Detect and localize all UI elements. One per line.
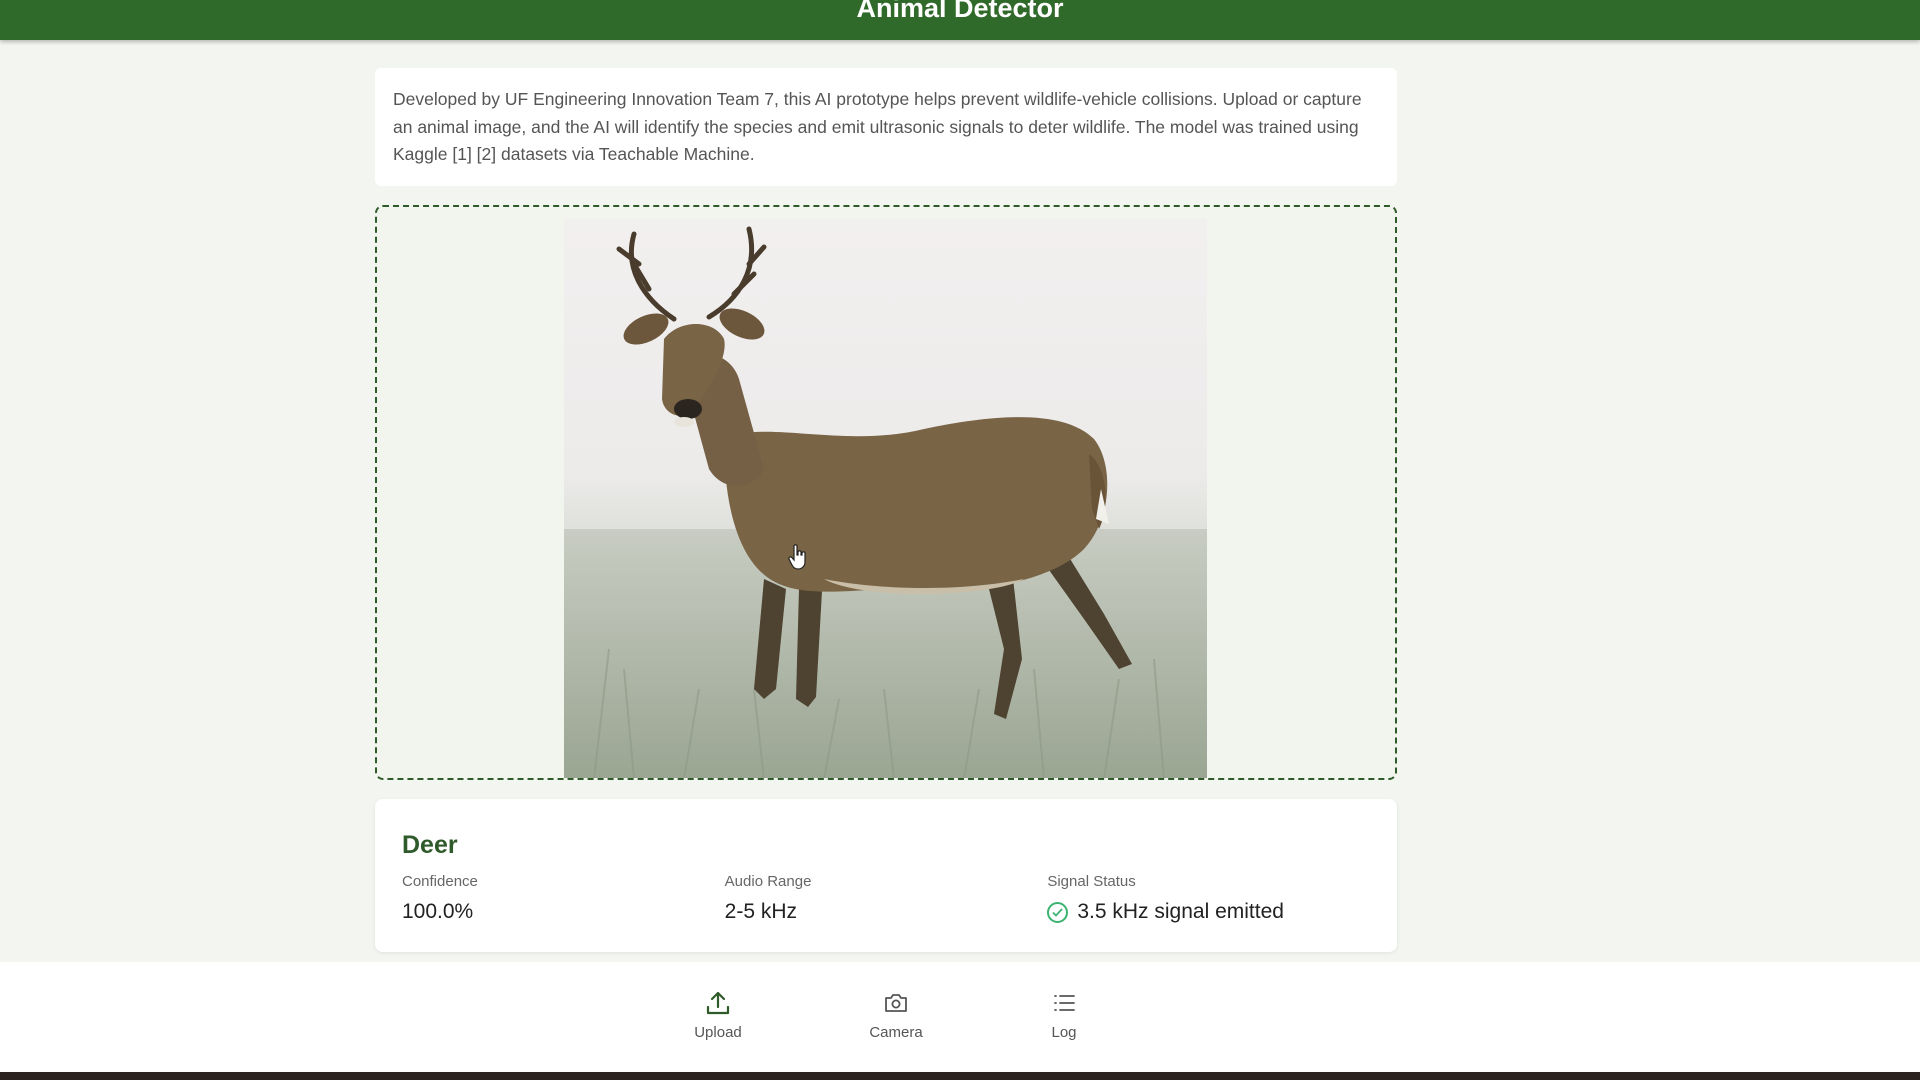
page-title: Animal Detector (856, 0, 1064, 23)
bottom-edge-bar (0, 1072, 1920, 1080)
nav-upload[interactable]: Upload (673, 990, 763, 1041)
pointer-cursor-icon (788, 544, 806, 570)
description-text: Developed by UF Engineering Innovation T… (393, 89, 1362, 164)
confidence-label: Confidence (402, 873, 478, 890)
signal-status-stat: Signal Status 3.5 kHz signal emitted (1047, 873, 1370, 924)
list-icon (1054, 995, 1075, 1011)
deer-photo (564, 219, 1207, 778)
nav-log-label: Log (1051, 1024, 1077, 1041)
audio-range-stat: Audio Range 2-5 kHz (725, 873, 1048, 924)
confidence-text: 100.0% (402, 900, 474, 923)
signal-status-label: Signal Status (1047, 873, 1136, 890)
check-circle-icon (1047, 901, 1069, 923)
camera-icon (885, 994, 907, 1012)
confidence-value: 100.0% (402, 900, 725, 924)
upload-icon (706, 991, 730, 1015)
bottom-navigation: Upload Camera Log (0, 962, 1920, 1072)
description-card: Developed by UF Engineering Innovation T… (375, 68, 1397, 186)
app-header: Animal Detector (0, 0, 1920, 40)
audio-range-text: 2-5 kHz (724, 900, 798, 923)
signal-status-text: 3.5 kHz signal emitted (1077, 900, 1284, 923)
audio-range-label: Audio Range (724, 873, 812, 890)
image-dropzone[interactable] (375, 205, 1397, 780)
nav-camera[interactable]: Camera (851, 990, 941, 1041)
confidence-stat: Confidence 100.0% (402, 873, 725, 924)
signal-status-value: 3.5 kHz signal emitted (1047, 900, 1370, 924)
detected-animal: Deer (402, 831, 458, 859)
nav-log[interactable]: Log (1019, 990, 1109, 1041)
deer-illustration (564, 226, 1207, 778)
nav-upload-label: Upload (694, 1024, 742, 1041)
nav-camera-label: Camera (869, 1024, 923, 1041)
result-card: Deer Confidence 100.0% Audio Range 2-5 k… (375, 799, 1397, 952)
result-stats: Confidence 100.0% Audio Range 2-5 kHz Si… (402, 873, 1370, 924)
audio-range-value: 2-5 kHz (725, 900, 1048, 924)
